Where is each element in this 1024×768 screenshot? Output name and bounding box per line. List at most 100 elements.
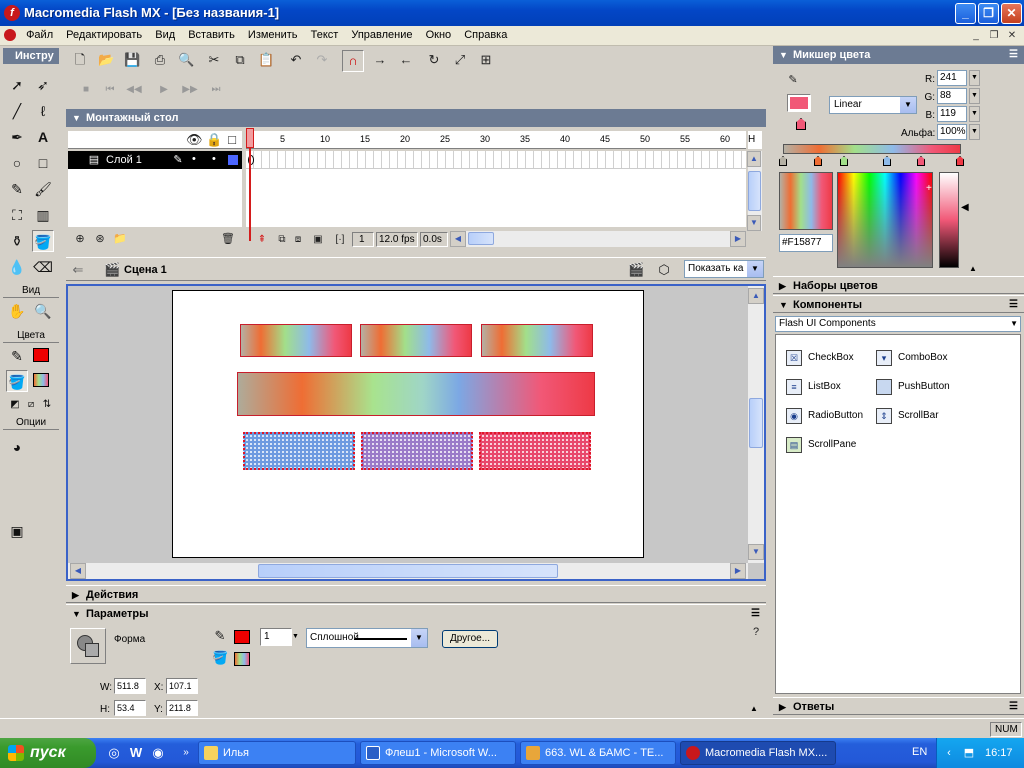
timeline-scroll-left[interactable]: ◀ — [450, 231, 466, 247]
rewind-icon[interactable]: ⏮ — [102, 82, 118, 98]
step-forward-icon[interactable]: ▶▶ — [182, 82, 198, 98]
help-icon[interactable]: ? — [748, 624, 764, 640]
frame-row[interactable] — [246, 151, 746, 169]
timeline-vscroll[interactable]: ▲ ▼ — [747, 151, 762, 231]
fill-bucket-icon[interactable]: 🪣 — [6, 370, 28, 392]
components-header[interactable]: ▼ Компоненты ☰ — [773, 295, 1024, 313]
fill-transform-tool-icon[interactable]: ▥ — [32, 204, 54, 226]
component-scrollpane[interactable]: ▤ ScrollPane — [786, 436, 856, 454]
document-icon[interactable] — [4, 29, 16, 41]
red-dropdown-icon[interactable]: ▼ — [969, 70, 980, 86]
fill-color-box[interactable] — [234, 652, 250, 666]
scale-icon[interactable]: ⤢ — [452, 52, 468, 68]
onion-outline-icon[interactable]: ⧈ — [290, 232, 306, 248]
gradient-rect-3[interactable] — [481, 324, 593, 357]
frame-view-menu[interactable]: H — [748, 131, 762, 149]
green-dropdown-icon[interactable]: ▼ — [969, 88, 980, 104]
blue-field[interactable]: 119 — [937, 106, 967, 122]
edit-multiple-icon[interactable]: ▣ — [310, 232, 326, 248]
menu-modify[interactable]: Изменить — [243, 26, 303, 41]
brightness-pointer-icon[interactable]: ◀ — [961, 202, 969, 213]
tray-app-icon[interactable]: ⬒ — [961, 745, 977, 761]
menu-insert[interactable]: Вставить — [183, 26, 240, 41]
go-to-end-icon[interactable]: ⏭ — [208, 82, 224, 98]
mixer-fill-bucket-icon[interactable] — [796, 118, 806, 130]
selected-rect-purple[interactable] — [361, 432, 473, 470]
y-field[interactable]: 211.8 — [166, 700, 198, 716]
fill-type-dropdown-icon[interactable]: ▼ — [900, 97, 916, 113]
brightness-slider[interactable] — [939, 172, 959, 268]
collapse-mixer-icon[interactable]: ▲ — [969, 264, 977, 273]
timeline-scroll-right[interactable]: ▶ — [730, 231, 746, 247]
media-quicklaunch-icon[interactable]: ◉ — [150, 745, 166, 761]
gradient-rect-2[interactable] — [360, 324, 472, 357]
collapse-properties-icon[interactable]: ▲ — [750, 704, 758, 713]
gradient-pointer-5[interactable] — [917, 156, 925, 166]
print-preview-icon[interactable]: 🔍 — [178, 52, 194, 68]
color-spectrum[interactable]: + — [837, 172, 933, 268]
timeline-hscroll-thumb[interactable] — [468, 232, 494, 245]
timeline-hscroll[interactable]: ◀ ▶ — [450, 231, 746, 247]
close-button[interactable]: ✕ — [1001, 3, 1022, 24]
answers-header[interactable]: ▶ Ответы ☰ — [773, 697, 1024, 715]
start-button[interactable]: пуск — [0, 738, 96, 768]
stage-hscroll-thumb[interactable] — [258, 564, 558, 578]
browser-quicklaunch-icon[interactable]: ◎ — [106, 745, 122, 761]
menu-text[interactable]: Текст — [306, 26, 344, 41]
new-file-icon[interactable]: 🗋 — [72, 52, 88, 68]
timeline-header[interactable]: ▼ Монтажный стол — [66, 109, 766, 127]
gradient-pointer-2[interactable] — [814, 156, 822, 166]
component-set-select[interactable]: Flash UI Components ▼ — [775, 316, 1021, 332]
zoom-dropdown-icon[interactable]: ▼ — [747, 261, 763, 277]
tray-expand-icon[interactable]: ‹ — [941, 745, 957, 761]
frame-rate[interactable]: 12.0 fps — [376, 232, 418, 247]
back-arrow-icon[interactable]: ⇐ — [70, 262, 86, 278]
actions-header[interactable]: ▶ Действия — [66, 585, 766, 603]
pen-tool-icon[interactable]: ✒ — [6, 126, 28, 148]
stroke-color-box[interactable] — [234, 630, 250, 644]
menu-edit[interactable]: Редактировать — [61, 26, 147, 41]
task-document[interactable]: 663. WL & БАМС - TE... — [520, 741, 676, 765]
zoom-select[interactable]: Показать ка ▼ — [684, 260, 764, 278]
zoom-tool-icon[interactable]: 🔍 — [32, 300, 54, 322]
rotate-icon[interactable]: ↻ — [426, 52, 442, 68]
align-icon[interactable]: ⊞ — [478, 52, 494, 68]
straighten-icon[interactable]: ← — [398, 52, 414, 68]
outline-icon[interactable]: □ — [224, 132, 240, 148]
component-scrollbar[interactable]: ⇕ ScrollBar — [876, 407, 939, 425]
play-icon[interactable]: ▶ — [156, 82, 172, 98]
swatches-header[interactable]: ▶ Наборы цветов — [773, 276, 1024, 294]
component-set-dropdown-icon[interactable]: ▼ — [1010, 317, 1018, 331]
menu-help[interactable]: Справка — [459, 26, 512, 41]
line-tool-icon[interactable]: ╱ — [6, 100, 28, 122]
lock-fill-icon[interactable]: ▣ — [6, 520, 28, 542]
stage[interactable] — [172, 290, 644, 558]
menu-view[interactable]: Вид — [150, 26, 180, 41]
delete-layer-icon[interactable]: 🗑 — [220, 231, 236, 247]
mixer-fill-swatch[interactable] — [787, 94, 811, 112]
stage-scroll-down[interactable]: ▼ — [748, 544, 764, 560]
hand-tool-icon[interactable]: ✋ — [6, 300, 28, 322]
custom-stroke-button[interactable]: Другое... — [442, 630, 498, 648]
minimize-button[interactable]: _ — [955, 3, 976, 24]
lock-dot[interactable]: • — [212, 153, 216, 165]
copy-icon[interactable]: ⧉ — [232, 52, 248, 68]
lasso-tool-icon[interactable]: ℓ — [32, 100, 54, 122]
free-transform-tool-icon[interactable]: ⛶ — [6, 204, 28, 226]
gap-size-icon[interactable]: ◕ — [6, 436, 28, 458]
doc-close-button[interactable]: ✕ — [1004, 29, 1020, 43]
task-flash[interactable]: Macromedia Flash MX.... — [680, 741, 836, 765]
color-mixer-header[interactable]: ▼ Микшер цвета ☰ — [773, 46, 1024, 64]
pencil-tool-icon[interactable]: ✎ — [6, 178, 28, 200]
menu-window[interactable]: Окно — [421, 26, 457, 41]
step-back-icon[interactable]: ◀◀ — [126, 82, 142, 98]
stroke-color-swatch[interactable] — [33, 348, 49, 362]
component-checkbox[interactable]: ☒ CheckBox — [786, 349, 854, 367]
print-icon[interactable]: ⎙ — [152, 52, 168, 68]
stage-hscroll[interactable]: ◀ ▶ — [68, 563, 748, 579]
redo-icon[interactable]: ↷ — [314, 52, 330, 68]
eyedropper-tool-icon[interactable]: 💧 — [6, 256, 28, 278]
rectangle-tool-icon[interactable]: □ — [32, 152, 54, 174]
component-listbox[interactable]: ≡ ListBox — [786, 378, 841, 396]
doc-restore-button[interactable]: ❐ — [986, 29, 1002, 43]
